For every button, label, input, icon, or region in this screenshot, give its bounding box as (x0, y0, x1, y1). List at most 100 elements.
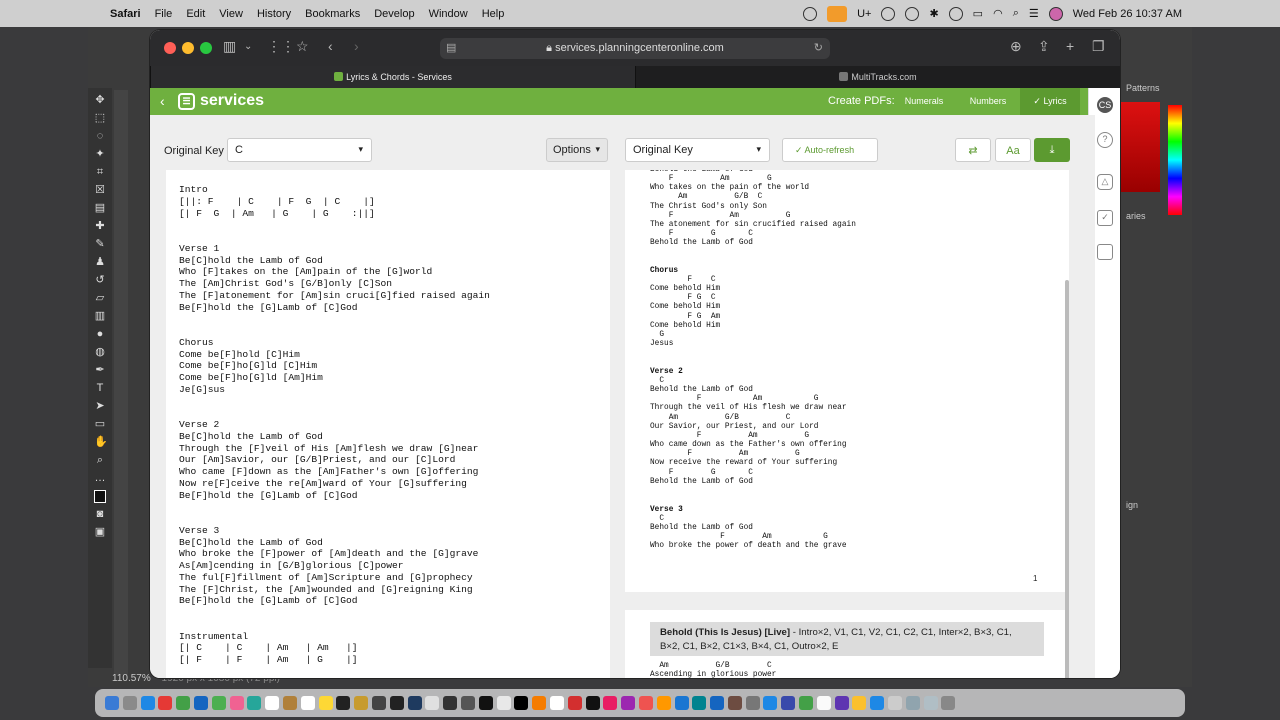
address-bar[interactable]: ▤ 🔒︎ services.planningcenteronline.com ↻ (440, 38, 830, 59)
color-gradient[interactable] (1120, 102, 1160, 192)
maps-icon[interactable] (211, 696, 226, 710)
search-icon[interactable]: ⌕ (1013, 7, 1019, 20)
chrome-icon[interactable] (158, 696, 173, 710)
chat-icon[interactable] (1097, 244, 1113, 260)
avatar[interactable]: CS (1097, 97, 1113, 113)
battery-icon[interactable]: ▭ (973, 7, 983, 20)
menubar-clock[interactable]: Wed Feb 26 10:37 AM (1073, 8, 1182, 20)
lasso-tool-icon[interactable]: ◌ (94, 130, 106, 143)
news-icon[interactable] (638, 696, 653, 710)
chord-editor[interactable]: Intro [||: F | C | F G | C |] [| F G | A… (166, 170, 610, 678)
menu-history[interactable]: History (257, 8, 291, 20)
app-dark-icon[interactable] (371, 696, 386, 710)
app-black2-icon[interactable] (514, 696, 529, 710)
calendar-icon[interactable] (265, 696, 280, 710)
pdf-numbers-button[interactable]: Numbers (959, 88, 1017, 115)
back-icon[interactable]: ‹ (328, 38, 333, 54)
play-icon[interactable] (948, 6, 963, 21)
app-mixer-icon[interactable] (443, 696, 458, 710)
input-source-icon[interactable]: U+ (857, 8, 871, 20)
panel-label-align[interactable]: ign (1126, 500, 1138, 510)
back-chevron-icon[interactable]: ‹ (160, 93, 165, 109)
wifi-icon[interactable]: ◠ (993, 7, 1003, 20)
new-tab-icon[interactable]: + (1066, 38, 1074, 54)
reminders-icon[interactable] (300, 696, 315, 710)
zoom-window-button[interactable] (200, 42, 212, 54)
launchpad-icon[interactable] (122, 696, 137, 710)
hand-tool-icon[interactable]: ✋ (94, 436, 108, 449)
help-icon[interactable]: ? (1097, 132, 1113, 148)
wand-tool-icon[interactable]: ✦ (94, 148, 106, 161)
pen-tool-icon[interactable]: ✒ (94, 364, 106, 377)
healing-tool-icon[interactable]: ✚ (94, 220, 106, 233)
photos-icon[interactable] (229, 696, 244, 710)
microphone-icon[interactable] (827, 5, 848, 22)
app-white-icon[interactable] (549, 696, 564, 710)
url-text[interactable]: services.planningcenteronline.com (555, 42, 724, 54)
system-settings-icon[interactable] (745, 696, 760, 710)
frame-tool-icon[interactable]: ☒ (94, 184, 106, 197)
chevron-down-icon[interactable]: ⌄ (244, 41, 252, 52)
menu-window[interactable]: Window (429, 8, 468, 20)
menu-edit[interactable]: Edit (186, 8, 205, 20)
app-gold-icon[interactable] (354, 696, 369, 710)
finder-icon[interactable] (105, 696, 119, 710)
download-pdf-icon[interactable]: ⤓ (1034, 138, 1070, 162)
trash-icon[interactable] (941, 696, 956, 710)
gradient-tool-icon[interactable]: ▥ (94, 310, 106, 323)
menu-help[interactable]: Help (482, 8, 505, 20)
control-center-icon[interactable]: ☰ (1029, 7, 1039, 20)
notes-icon[interactable] (318, 696, 333, 710)
path-select-icon[interactable]: ➤ (94, 400, 106, 413)
books-icon[interactable] (656, 696, 671, 710)
sidebar-toggle-icon[interactable]: ▥ (223, 38, 236, 55)
menu-bookmarks[interactable]: Bookmarks (305, 8, 360, 20)
blur-tool-icon[interactable]: ● (94, 328, 106, 341)
app-grey3-icon[interactable] (923, 696, 938, 710)
app-grey2-icon[interactable] (905, 696, 920, 710)
tab-overview-icon[interactable]: ⋮⋮ (267, 38, 295, 55)
crop-tool-icon[interactable]: ⌗ (94, 166, 106, 179)
facetime-icon[interactable] (247, 696, 262, 710)
panel-label-patterns[interactable]: Patterns (1126, 83, 1160, 93)
close-window-button[interactable] (164, 42, 176, 54)
tv-icon[interactable] (336, 696, 351, 710)
app-piano2-icon[interactable] (460, 696, 475, 710)
safari-icon[interactable] (140, 696, 155, 710)
app-store-icon[interactable] (674, 696, 689, 710)
history-brush-icon[interactable]: ↺ (94, 274, 106, 287)
record-icon[interactable] (803, 6, 818, 21)
share-icon[interactable]: ⇪ (1038, 38, 1050, 55)
key-select[interactable]: C (227, 138, 372, 162)
downloads-folder-icon[interactable] (870, 696, 885, 710)
page-settings-icon[interactable]: ▤ (446, 38, 456, 59)
bell-icon[interactable]: △ (1097, 174, 1113, 190)
app-black3-icon[interactable] (585, 696, 600, 710)
app-teal-icon[interactable] (692, 696, 707, 710)
clipboard-icon[interactable]: ✓ (1097, 210, 1113, 226)
forward-icon[interactable]: › (354, 38, 359, 54)
options-dropdown[interactable]: Options (546, 138, 608, 162)
ruler-tool-icon[interactable]: ▤ (94, 202, 106, 215)
app-white2-icon[interactable] (816, 696, 831, 710)
type-tool-icon[interactable]: T (94, 382, 106, 395)
contacts-icon[interactable] (282, 696, 297, 710)
pdf-numerals-button[interactable]: Numerals (895, 88, 953, 115)
app-grey-icon[interactable] (888, 696, 903, 710)
more-tools-icon[interactable]: … (94, 472, 106, 485)
app-blue-icon[interactable] (710, 696, 725, 710)
auto-refresh-button[interactable]: ✓ Auto-refresh (782, 138, 878, 162)
chord-chart-text[interactable]: Intro [||: F | C | F G | C |] [| F G | A… (179, 184, 490, 666)
preview-key-select[interactable]: Original Key (625, 138, 770, 162)
user-icon[interactable] (905, 6, 920, 21)
bluetooth-icon[interactable]: ✱ (929, 7, 938, 20)
minimize-window-button[interactable] (182, 42, 194, 54)
settings-sliders-icon[interactable]: ⇄ (955, 138, 991, 162)
dodge-tool-icon[interactable]: ◍ (94, 346, 106, 359)
eraser-tool-icon[interactable]: ▱ (94, 292, 106, 305)
panel-label-libraries[interactable]: aries (1126, 211, 1146, 221)
quick-mask-icon[interactable]: ◙ (94, 508, 106, 521)
mail-icon[interactable] (193, 696, 208, 710)
preview-scrollbar[interactable] (1065, 280, 1069, 678)
app-black-icon[interactable] (389, 696, 404, 710)
